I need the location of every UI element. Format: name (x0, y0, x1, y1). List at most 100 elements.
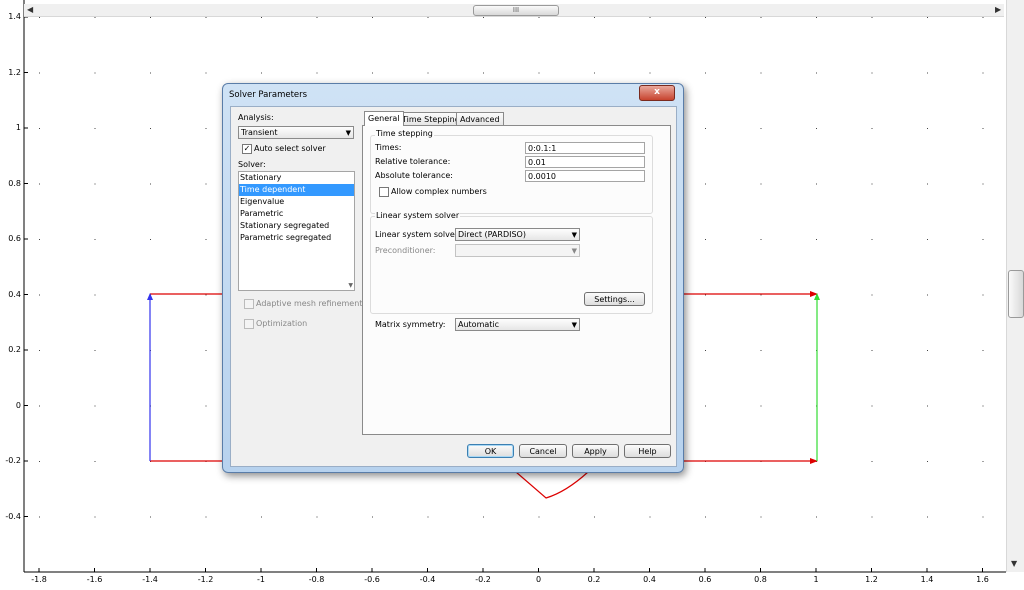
grid-dot (871, 72, 873, 74)
x-tick-label: 0.4 (643, 575, 656, 584)
chevron-down-icon: ▼ (571, 321, 577, 329)
analysis-select[interactable]: Transient ▼ (238, 126, 354, 139)
grid-dot (982, 17, 984, 18)
relative-tolerance-label: Relative tolerance: (375, 157, 451, 166)
grid-dot (760, 72, 762, 74)
grid-dot (927, 17, 928, 18)
grid-dot (927, 239, 928, 240)
horizontal-scroll-thumb[interactable]: III (473, 5, 559, 16)
x-tick-label: -0.8 (308, 575, 325, 584)
linear-solver-group-label: Linear system solver (375, 211, 461, 220)
grid-dot (705, 405, 706, 407)
grid-dot (982, 239, 984, 240)
y-tick-label: 0.8 (8, 178, 21, 188)
solver-list-item[interactable]: Stationary segregated (239, 220, 354, 232)
grid-dot (205, 239, 207, 240)
relative-tolerance-input[interactable]: 0.01 (525, 156, 645, 168)
grid-dot (982, 350, 984, 351)
adaptive-mesh-checkbox[interactable] (244, 299, 254, 309)
grid-dot (538, 72, 540, 74)
grid-dot (39, 294, 40, 296)
grid-dot (871, 239, 873, 240)
matrix-symmetry-label: Matrix symmetry: (375, 320, 446, 329)
grid-dot (871, 128, 873, 129)
absolute-tolerance-label: Absolute tolerance: (375, 171, 453, 180)
grid-dot (816, 516, 817, 518)
ok-button[interactable]: OK (467, 444, 514, 458)
grid-dot (39, 239, 40, 240)
scroll-left-icon[interactable]: ◀ (27, 6, 33, 14)
matrix-symmetry-select[interactable]: Automatic ▼ (455, 318, 580, 331)
grid-dot (150, 516, 151, 518)
linear-system-solver-select[interactable]: Direct (PARDISO) ▼ (455, 228, 580, 241)
solver-list-item[interactable]: Time dependent (239, 184, 354, 196)
tab-time-stepping[interactable]: Time Stepping (398, 112, 464, 126)
grid-dot (150, 72, 151, 74)
grid-dot (205, 350, 207, 351)
grid-dot (94, 294, 96, 296)
grid-dot (205, 516, 207, 518)
grid-dot (261, 72, 262, 74)
grid-dot (94, 405, 96, 407)
solver-list-item[interactable]: Parametric (239, 208, 354, 220)
solver-list-item[interactable]: Stationary (239, 172, 354, 184)
times-input[interactable]: 0:0.1:1 (525, 142, 645, 154)
close-button[interactable]: x (639, 85, 675, 101)
grid-dot (760, 350, 762, 351)
grid-dot (760, 294, 762, 296)
grid-dot (316, 516, 318, 518)
grid-dot (649, 516, 651, 518)
grid-dot (927, 516, 928, 518)
vertical-scroll-thumb[interactable] (1008, 270, 1024, 318)
grid-dot (261, 516, 262, 518)
grid-dot (871, 183, 873, 185)
grid-dot (205, 72, 207, 74)
grid-dot (150, 183, 151, 185)
absolute-tolerance-input[interactable]: 0.0010 (525, 170, 645, 182)
solver-list-item[interactable]: Parametric segregated (239, 232, 354, 244)
linear-system-solver-value: Direct (PARDISO) (458, 230, 526, 239)
adaptive-mesh-label: Adaptive mesh refinement (256, 299, 363, 308)
cancel-button[interactable]: Cancel (519, 444, 567, 458)
grid-dot (594, 17, 595, 18)
x-tick-label: -1 (257, 575, 265, 584)
grid-dot (316, 17, 318, 18)
x-tick-label: 1 (813, 575, 819, 584)
grid-dot (760, 516, 762, 518)
grid-dot (982, 516, 984, 518)
tab-general[interactable]: General (364, 111, 404, 126)
grid-dot (871, 405, 873, 407)
preconditioner-select[interactable]: ▼ (455, 244, 580, 257)
grid-dot (483, 17, 484, 18)
grid-dot (94, 239, 96, 240)
chevron-down-icon: ▼ (345, 129, 351, 137)
auto-select-checkbox[interactable]: ✓ (242, 144, 252, 154)
settings-button[interactable]: Settings... (584, 292, 645, 306)
grid-dot (316, 72, 318, 74)
grid-dot (927, 72, 928, 74)
grid-dot (816, 17, 817, 18)
allow-complex-label: Allow complex numbers (391, 187, 487, 196)
help-button[interactable]: Help (624, 444, 671, 458)
solver-list-item[interactable]: Eigenvalue (239, 196, 354, 208)
x-tick-label: 0 (535, 575, 542, 584)
grid-dot (982, 294, 984, 296)
grid-dot (39, 72, 40, 74)
scroll-right-icon[interactable]: ▶ (995, 6, 1001, 14)
tab-advanced[interactable]: Advanced (456, 112, 504, 126)
allow-complex-checkbox[interactable] (379, 187, 389, 197)
apply-button[interactable]: Apply (572, 444, 619, 458)
grid-dot (94, 516, 96, 518)
solver-list[interactable]: Stationary Time dependent Eigenvalue Parame… (238, 171, 355, 291)
grid-dot (982, 128, 984, 129)
list-scroll-down-icon[interactable]: ▼ (348, 282, 353, 289)
grid-dot (594, 516, 595, 518)
x-tick-label: 1.4 (920, 575, 934, 584)
grid-dot (39, 17, 40, 18)
chevron-down-icon: ▼ (571, 247, 577, 255)
scroll-down-icon[interactable]: ▼ (1011, 560, 1017, 568)
auto-select-label: Auto select solver (254, 144, 326, 153)
optimization-checkbox[interactable] (244, 319, 254, 329)
grid-dot (150, 128, 151, 129)
grid-dot (816, 128, 817, 129)
